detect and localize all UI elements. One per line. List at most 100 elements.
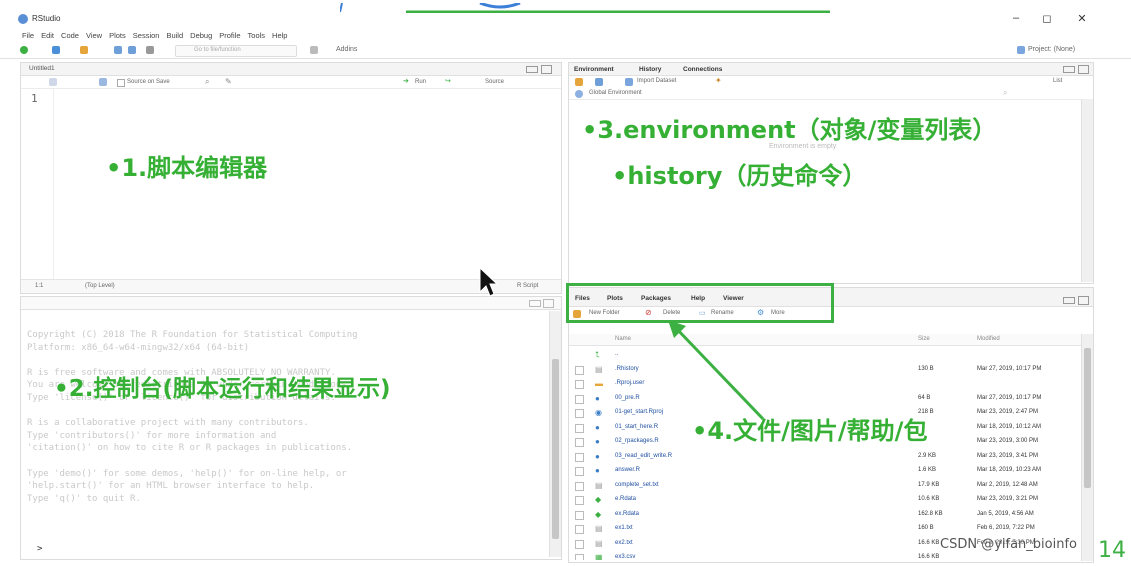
- env-maximize-icon[interactable]: [1078, 65, 1089, 74]
- load-workspace-icon[interactable]: [575, 78, 583, 86]
- menu-plots[interactable]: Plots: [109, 31, 133, 40]
- project-menu[interactable]: Project: (None): [1028, 46, 1075, 53]
- row-checkbox[interactable]: [575, 496, 584, 505]
- console-prompt[interactable]: >: [37, 544, 42, 554]
- menu-view[interactable]: View: [86, 31, 109, 40]
- wand-icon[interactable]: ✎: [225, 77, 232, 86]
- file-name[interactable]: 02_rpackages.R: [615, 438, 659, 444]
- list-view-selector[interactable]: List: [1053, 78, 1062, 84]
- run-button[interactable]: Run: [415, 79, 426, 85]
- menu-tools[interactable]: Tools: [248, 31, 273, 40]
- row-checkbox[interactable]: [575, 380, 584, 389]
- column-name[interactable]: Name: [615, 336, 631, 342]
- minimize-button[interactable]: –: [1008, 12, 1024, 24]
- file-name[interactable]: complete_set.txt: [615, 482, 659, 488]
- file-name[interactable]: 01-get_start.Rproj: [615, 409, 663, 415]
- files-scrollbar[interactable]: [1081, 334, 1093, 561]
- row-checkbox[interactable]: [575, 481, 584, 491]
- row-checkbox[interactable]: [575, 525, 584, 534]
- broom-icon[interactable]: ✦: [715, 76, 722, 85]
- search-icon[interactable]: ⌕: [205, 77, 209, 87]
- save-doc-icon[interactable]: [99, 78, 107, 86]
- menu-build[interactable]: Build: [166, 31, 190, 40]
- row-checkbox[interactable]: [575, 365, 584, 375]
- table-row[interactable]: ▦ ex3.csv 16.6 KB: [569, 551, 1081, 560]
- import-dataset-button[interactable]: Import Dataset: [637, 78, 676, 84]
- file-name[interactable]: 01_start_here.R: [615, 424, 658, 430]
- table-row[interactable]: ▤ .Rhistory 130 B Mar 27, 2019, 10:17 PM: [569, 363, 1081, 378]
- files-maximize-icon[interactable]: [1078, 296, 1089, 305]
- tab-connections[interactable]: Connections: [683, 66, 722, 73]
- addins-menu[interactable]: Addins: [336, 46, 357, 53]
- minimize-pane-icon[interactable]: [526, 66, 538, 73]
- print-icon[interactable]: [146, 46, 154, 54]
- new-project-icon[interactable]: [52, 46, 60, 54]
- column-size[interactable]: Size: [918, 336, 930, 342]
- row-checkbox[interactable]: [575, 467, 584, 476]
- file-name[interactable]: answer.R: [615, 467, 640, 473]
- save-all-icon[interactable]: [128, 46, 136, 54]
- save-icon[interactable]: [114, 46, 122, 54]
- maximize-pane-icon[interactable]: [541, 65, 552, 74]
- tab-environment[interactable]: Environment: [574, 66, 614, 73]
- table-row[interactable]: ▬ .Rproj.user: [569, 377, 1081, 392]
- files-scroll-thumb[interactable]: [1084, 348, 1091, 488]
- new-file-icon[interactable]: [20, 46, 28, 54]
- console-scroll-thumb[interactable]: [552, 359, 559, 539]
- maximize-button[interactable]: ◻: [1039, 12, 1055, 25]
- table-row[interactable]: ◆ ex.Rdata 162.8 KB Jan 5, 2019, 4:56 AM: [569, 508, 1081, 523]
- table-row[interactable]: ● 00_pre.R 64 B Mar 27, 2019, 10:17 PM: [569, 392, 1081, 407]
- row-checkbox[interactable]: [575, 423, 584, 433]
- row-checkbox[interactable]: [575, 510, 584, 520]
- grid-icon[interactable]: [310, 46, 318, 54]
- table-row[interactable]: ◆ e.Rdata 10.6 KB Mar 23, 2019, 3:21 PM: [569, 493, 1081, 508]
- env-scrollbar[interactable]: [1081, 99, 1093, 282]
- menu-file[interactable]: File: [22, 31, 41, 40]
- file-name[interactable]: 00_pre.R: [615, 395, 640, 401]
- row-checkbox[interactable]: [575, 394, 584, 404]
- editor-tab[interactable]: Untitled1: [29, 65, 55, 72]
- env-minimize-icon[interactable]: [1063, 66, 1075, 73]
- menu-code[interactable]: Code: [61, 31, 86, 40]
- file-name[interactable]: ex2.txt: [615, 540, 633, 546]
- file-name[interactable]: ex1.txt: [615, 525, 633, 531]
- close-button[interactable]: ✕: [1074, 12, 1090, 25]
- files-minimize-icon[interactable]: [1063, 297, 1075, 304]
- menu-profile[interactable]: Profile: [219, 31, 247, 40]
- console-minimize-icon[interactable]: [529, 300, 541, 307]
- column-modified[interactable]: Modified: [977, 336, 1000, 342]
- file-name[interactable]: .Rproj.user: [615, 380, 644, 386]
- menu-help[interactable]: Help: [272, 31, 294, 40]
- row-checkbox[interactable]: [575, 438, 584, 447]
- file-name[interactable]: ex.Rdata: [615, 511, 639, 517]
- menu-session[interactable]: Session: [133, 31, 167, 40]
- table-row[interactable]: ⮤ ..: [569, 348, 1081, 363]
- file-name[interactable]: .Rhistory: [615, 366, 639, 372]
- row-checkbox[interactable]: [575, 539, 584, 549]
- table-row[interactable]: ▤ ex1.txt 160 B Feb 6, 2019, 7:22 PM: [569, 522, 1081, 537]
- code-editor-area[interactable]: [59, 91, 555, 277]
- row-checkbox[interactable]: [575, 409, 584, 418]
- source-button[interactable]: Source: [485, 79, 504, 85]
- source-on-save-checkbox[interactable]: [117, 79, 125, 87]
- row-checkbox[interactable]: [575, 554, 584, 560]
- table-row[interactable]: ● answer.R 1.6 KB Mar 18, 2019, 10:23 AM: [569, 464, 1081, 479]
- file-name[interactable]: ..: [615, 351, 618, 357]
- global-environment-selector[interactable]: Global Environment: [589, 90, 642, 96]
- table-row[interactable]: ▤ complete_set.txt 17.9 KB Mar 2, 2019, …: [569, 479, 1081, 494]
- console-maximize-icon[interactable]: [543, 299, 554, 308]
- file-name[interactable]: 03_read_edit_write.R: [615, 453, 672, 459]
- tab-history[interactable]: History: [639, 66, 661, 73]
- row-checkbox[interactable]: [575, 452, 584, 462]
- open-file-icon[interactable]: [80, 46, 88, 54]
- scope-selector[interactable]: (Top Level): [85, 283, 115, 289]
- menu-debug[interactable]: Debug: [190, 31, 219, 40]
- goto-file-input[interactable]: Go to file/function: [175, 45, 297, 57]
- save-workspace-icon[interactable]: [595, 78, 603, 86]
- table-row[interactable]: ● 03_read_edit_write.R 2.9 KB Mar 23, 20…: [569, 450, 1081, 465]
- rerun-icon[interactable]: ↪: [445, 77, 451, 85]
- file-name[interactable]: e.Rdata: [615, 496, 636, 502]
- file-type-selector[interactable]: R Script: [517, 283, 538, 289]
- menu-edit[interactable]: Edit: [41, 31, 61, 40]
- console-scrollbar[interactable]: [549, 311, 561, 557]
